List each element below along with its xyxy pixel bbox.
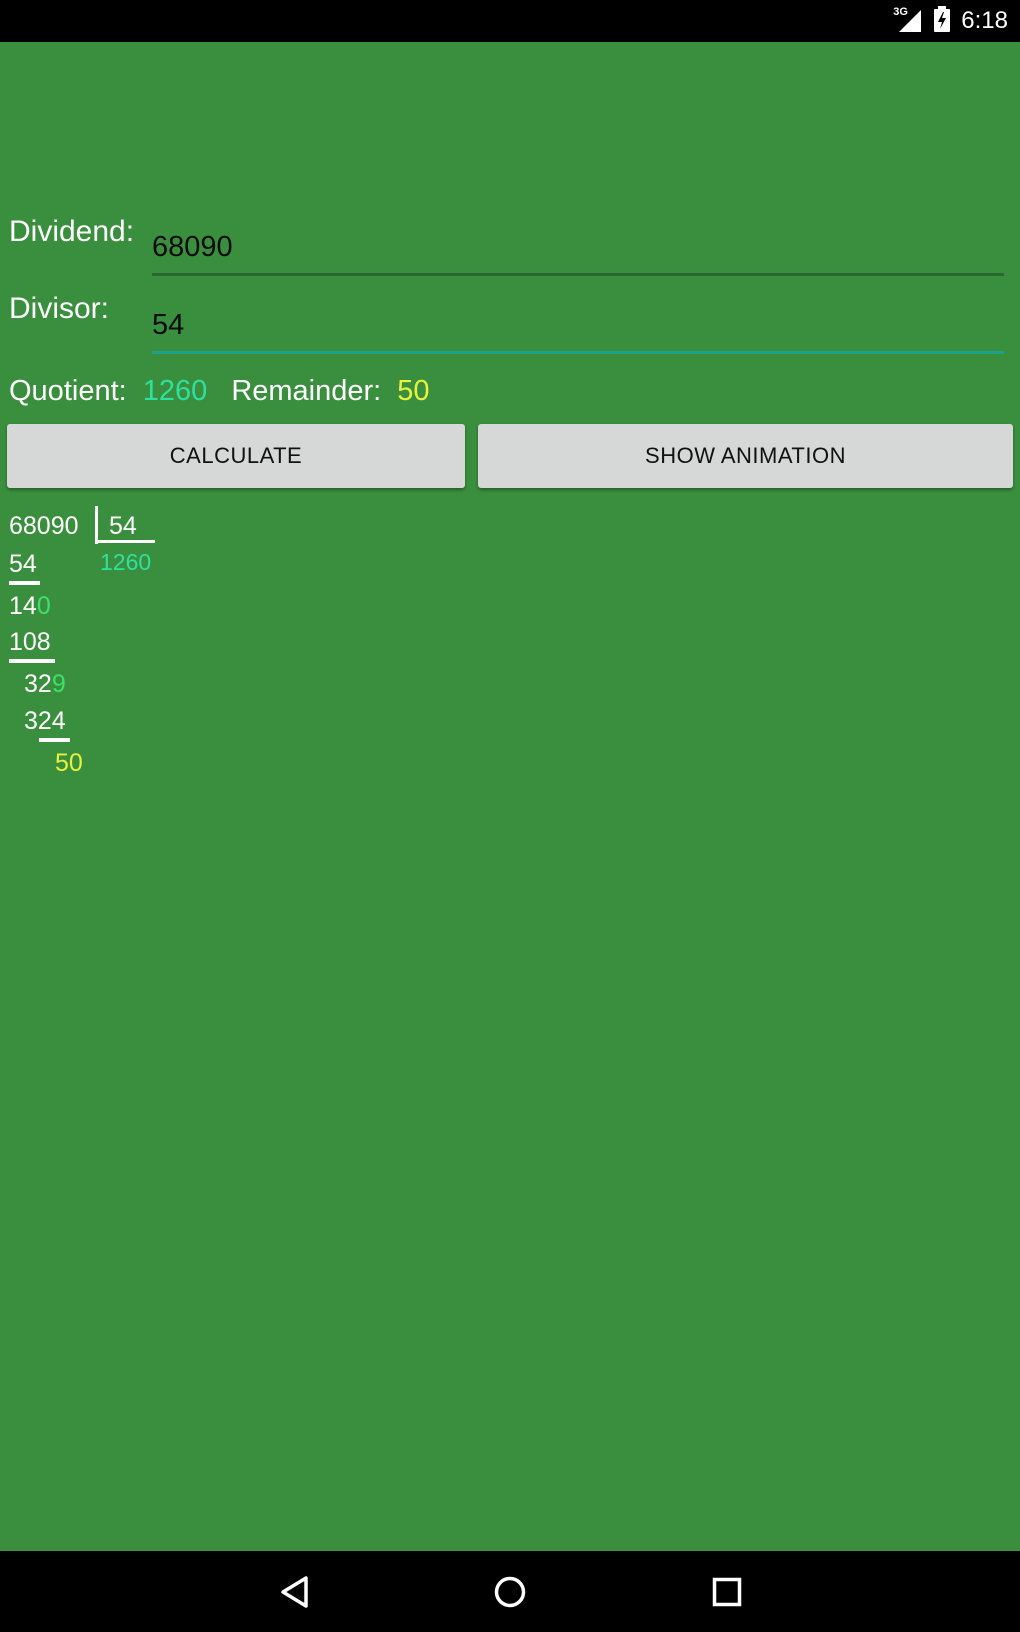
remainder-label: Remainder: <box>231 375 382 407</box>
calculate-button[interactable]: CALCULATE <box>7 424 465 488</box>
quotient-value: 1260 <box>142 375 208 407</box>
dividend-field[interactable] <box>152 224 1004 276</box>
ld-step1-subtract: 54 <box>9 550 37 578</box>
status-bar: 3G 6:18 <box>0 0 1020 42</box>
ld-step1-partial: 14 <box>9 592 37 620</box>
dividend-underline <box>152 273 1004 276</box>
navigation-bar <box>0 1551 1020 1632</box>
ld-step1-brought-down: 0 <box>36 592 51 620</box>
ld-step1-bar <box>9 581 40 585</box>
app-screen: 3G 6:18 Dividend: Divisor: Quo <box>0 0 1020 1632</box>
ld-bracket-horizontal <box>95 540 155 543</box>
dividend-input[interactable] <box>152 224 1004 270</box>
battery-icon <box>933 5 951 37</box>
ld-quotient: 1260 <box>100 549 152 575</box>
dividend-label: Dividend: <box>9 215 135 248</box>
ld-dividend: 68090 <box>9 512 79 540</box>
clock: 6:18 <box>961 7 1008 34</box>
ld-step3-subtract: 324 <box>24 707 66 735</box>
status-icons: 3G 6:18 <box>893 5 1008 37</box>
ld-step2-brought-down: 9 <box>51 670 66 698</box>
divisor-underline <box>152 351 1004 354</box>
ld-bracket-vertical <box>95 506 98 544</box>
network-type: 3G <box>893 6 908 18</box>
divisor-field[interactable] <box>152 302 1004 354</box>
ld-step2-partial: 32 <box>24 670 52 698</box>
remainder-value: 50 <box>397 375 430 407</box>
ld-remainder: 50 <box>55 749 83 777</box>
ld-divisor: 54 <box>109 512 137 540</box>
show-animation-button[interactable]: SHOW ANIMATION <box>478 424 1013 488</box>
cell-signal-icon: 3G <box>893 6 923 34</box>
ld-step2-partial-row: 329 <box>24 672 66 697</box>
divisor-label: Divisor: <box>9 292 110 325</box>
home-icon[interactable] <box>487 1569 533 1615</box>
ld-step2-subtract: 108 <box>9 628 51 656</box>
ld-step2-bar <box>9 659 55 663</box>
ld-step1-partial-row: 140 <box>9 594 51 619</box>
quotient-label: Quotient: <box>9 375 127 407</box>
ld-step3-bar <box>39 738 70 742</box>
divisor-input[interactable] <box>152 302 1004 348</box>
result-line: Quotient: 1260 Remainder: 50 <box>9 375 430 408</box>
recents-icon[interactable] <box>704 1569 750 1615</box>
back-icon[interactable] <box>271 1569 317 1615</box>
